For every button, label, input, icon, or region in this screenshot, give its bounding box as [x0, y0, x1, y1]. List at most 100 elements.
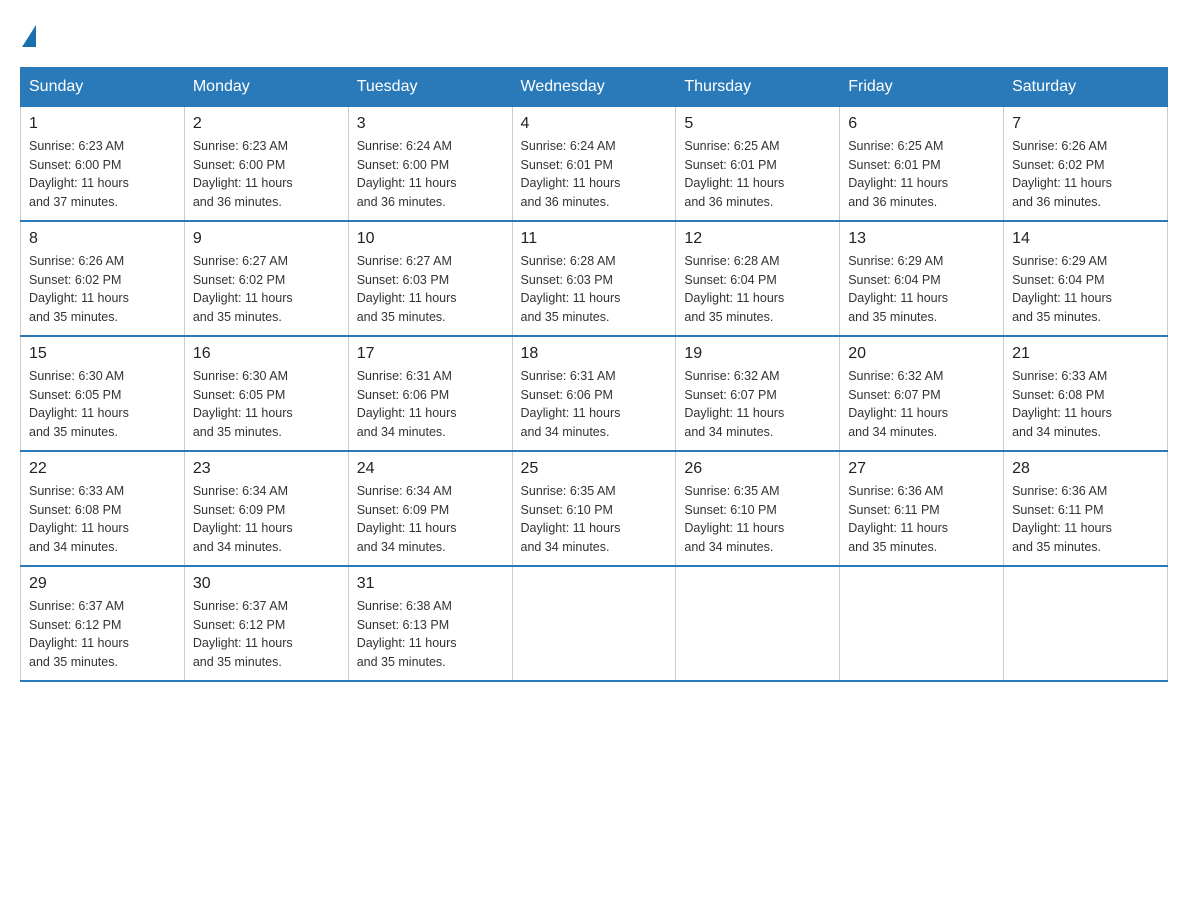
- day-info: Sunrise: 6:34 AMSunset: 6:09 PMDaylight:…: [357, 482, 504, 557]
- day-info: Sunrise: 6:28 AMSunset: 6:04 PMDaylight:…: [684, 252, 831, 327]
- day-cell: 9Sunrise: 6:27 AMSunset: 6:02 PMDaylight…: [184, 221, 348, 336]
- col-monday: Monday: [184, 67, 348, 106]
- day-info: Sunrise: 6:37 AMSunset: 6:12 PMDaylight:…: [29, 597, 176, 672]
- logo: [20, 20, 36, 47]
- day-cell: 7 Sunrise: 6:26 AMSunset: 6:02 PMDaylight…: [1004, 106, 1168, 221]
- day-cell: 6 Sunrise: 6:25 AMSunset: 6:01 PMDaylight…: [840, 106, 1004, 221]
- day-info: Sunrise: 6:29 AMSunset: 6:04 PMDaylight:…: [848, 252, 995, 327]
- day-info: Sunrise: 6:25 AMSunset: 6:01 PMDaylight:…: [684, 137, 831, 212]
- day-info: Sunrise: 6:33 AMSunset: 6:08 PMDaylight:…: [29, 482, 176, 557]
- col-thursday: Thursday: [676, 67, 840, 106]
- calendar-header: Sunday Monday Tuesday Wednesday Thursday…: [21, 67, 1168, 106]
- day-cell: 20 Sunrise: 6:32 AMSunset: 6:07 PMDayligh…: [840, 336, 1004, 451]
- day-info: Sunrise: 6:36 AMSunset: 6:11 PMDaylight:…: [848, 482, 995, 557]
- day-number: 8: [29, 230, 176, 248]
- day-number: 11: [521, 230, 668, 248]
- day-number: 30: [193, 575, 340, 593]
- week-row-1: 1 Sunrise: 6:23 AMSunset: 6:00 PMDaylight…: [21, 106, 1168, 221]
- day-info: Sunrise: 6:24 AMSunset: 6:01 PMDaylight:…: [521, 137, 668, 212]
- day-info: Sunrise: 6:31 AMSunset: 6:06 PMDaylight:…: [357, 367, 504, 442]
- week-row-3: 15 Sunrise: 6:30 AMSunset: 6:05 PMDayligh…: [21, 336, 1168, 451]
- day-info: Sunrise: 6:35 AMSunset: 6:10 PMDaylight:…: [521, 482, 668, 557]
- day-cell: 10Sunrise: 6:27 AMSunset: 6:03 PMDayligh…: [348, 221, 512, 336]
- day-number: 6: [848, 115, 995, 133]
- day-cell: 17 Sunrise: 6:31 AMSunset: 6:06 PMDayligh…: [348, 336, 512, 451]
- day-info: Sunrise: 6:38 AMSunset: 6:13 PMDaylight:…: [357, 597, 504, 672]
- day-cell: 16Sunrise: 6:30 AMSunset: 6:05 PMDayligh…: [184, 336, 348, 451]
- day-number: 23: [193, 460, 340, 478]
- day-info: Sunrise: 6:30 AMSunset: 6:05 PMDaylight:…: [193, 367, 340, 442]
- day-number: 24: [357, 460, 504, 478]
- day-number: 7: [1012, 115, 1159, 133]
- day-cell: [676, 566, 840, 681]
- day-number: 28: [1012, 460, 1159, 478]
- day-number: 13: [848, 230, 995, 248]
- day-cell: 30 Sunrise: 6:37 AMSunset: 6:12 PMDayligh…: [184, 566, 348, 681]
- day-cell: 27 Sunrise: 6:36 AMSunset: 6:11 PMDayligh…: [840, 451, 1004, 566]
- day-cell: 12 Sunrise: 6:28 AMSunset: 6:04 PMDayligh…: [676, 221, 840, 336]
- day-info: Sunrise: 6:30 AMSunset: 6:05 PMDaylight:…: [29, 367, 176, 442]
- day-number: 12: [684, 230, 831, 248]
- header-row: Sunday Monday Tuesday Wednesday Thursday…: [21, 67, 1168, 106]
- day-cell: 29 Sunrise: 6:37 AMSunset: 6:12 PMDayligh…: [21, 566, 185, 681]
- day-info: Sunrise: 6:23 AMSunset: 6:00 PMDaylight:…: [193, 137, 340, 212]
- day-cell: 4 Sunrise: 6:24 AMSunset: 6:01 PMDaylight…: [512, 106, 676, 221]
- day-info: Sunrise: 6:28 AMSunset: 6:03 PMDaylight:…: [521, 252, 668, 327]
- calendar-body: 1 Sunrise: 6:23 AMSunset: 6:00 PMDaylight…: [21, 106, 1168, 681]
- week-row-2: 8 Sunrise: 6:26 AMSunset: 6:02 PMDaylight…: [21, 221, 1168, 336]
- day-info: Sunrise: 6:32 AMSunset: 6:07 PMDaylight:…: [848, 367, 995, 442]
- day-info: Sunrise: 6:37 AMSunset: 6:12 PMDaylight:…: [193, 597, 340, 672]
- day-cell: 3Sunrise: 6:24 AMSunset: 6:00 PMDaylight…: [348, 106, 512, 221]
- col-tuesday: Tuesday: [348, 67, 512, 106]
- day-number: 1: [29, 115, 176, 133]
- day-number: 31: [357, 575, 504, 593]
- day-info: Sunrise: 6:25 AMSunset: 6:01 PMDaylight:…: [848, 137, 995, 212]
- day-number: 15: [29, 345, 176, 363]
- day-number: 14: [1012, 230, 1159, 248]
- day-cell: [512, 566, 676, 681]
- day-cell: 15 Sunrise: 6:30 AMSunset: 6:05 PMDayligh…: [21, 336, 185, 451]
- day-cell: 14 Sunrise: 6:29 AMSunset: 6:04 PMDayligh…: [1004, 221, 1168, 336]
- day-cell: 11 Sunrise: 6:28 AMSunset: 6:03 PMDayligh…: [512, 221, 676, 336]
- day-cell: 22Sunrise: 6:33 AMSunset: 6:08 PMDayligh…: [21, 451, 185, 566]
- col-wednesday: Wednesday: [512, 67, 676, 106]
- day-info: Sunrise: 6:27 AMSunset: 6:02 PMDaylight:…: [193, 252, 340, 327]
- day-info: Sunrise: 6:29 AMSunset: 6:04 PMDaylight:…: [1012, 252, 1159, 327]
- day-number: 3: [357, 115, 504, 133]
- day-info: Sunrise: 6:31 AMSunset: 6:06 PMDaylight:…: [521, 367, 668, 442]
- day-info: Sunrise: 6:26 AMSunset: 6:02 PMDaylight:…: [1012, 137, 1159, 212]
- day-info: Sunrise: 6:32 AMSunset: 6:07 PMDaylight:…: [684, 367, 831, 442]
- day-cell: [840, 566, 1004, 681]
- day-cell: 1 Sunrise: 6:23 AMSunset: 6:00 PMDaylight…: [21, 106, 185, 221]
- day-cell: 24 Sunrise: 6:34 AMSunset: 6:09 PMDayligh…: [348, 451, 512, 566]
- day-number: 25: [521, 460, 668, 478]
- day-info: Sunrise: 6:35 AMSunset: 6:10 PMDaylight:…: [684, 482, 831, 557]
- day-cell: 31 Sunrise: 6:38 AMSunset: 6:13 PMDayligh…: [348, 566, 512, 681]
- week-row-5: 29 Sunrise: 6:37 AMSunset: 6:12 PMDayligh…: [21, 566, 1168, 681]
- day-number: 26: [684, 460, 831, 478]
- col-sunday: Sunday: [21, 67, 185, 106]
- day-number: 17: [357, 345, 504, 363]
- day-number: 27: [848, 460, 995, 478]
- day-number: 20: [848, 345, 995, 363]
- day-cell: 21Sunrise: 6:33 AMSunset: 6:08 PMDayligh…: [1004, 336, 1168, 451]
- col-friday: Friday: [840, 67, 1004, 106]
- day-number: 18: [521, 345, 668, 363]
- calendar-table: Sunday Monday Tuesday Wednesday Thursday…: [20, 67, 1168, 682]
- day-number: 2: [193, 115, 340, 133]
- week-row-4: 22Sunrise: 6:33 AMSunset: 6:08 PMDayligh…: [21, 451, 1168, 566]
- day-cell: 23 Sunrise: 6:34 AMSunset: 6:09 PMDayligh…: [184, 451, 348, 566]
- col-saturday: Saturday: [1004, 67, 1168, 106]
- day-cell: 2 Sunrise: 6:23 AMSunset: 6:00 PMDaylight…: [184, 106, 348, 221]
- day-number: 4: [521, 115, 668, 133]
- day-info: Sunrise: 6:23 AMSunset: 6:00 PMDaylight:…: [29, 137, 176, 212]
- day-number: 29: [29, 575, 176, 593]
- day-info: Sunrise: 6:34 AMSunset: 6:09 PMDaylight:…: [193, 482, 340, 557]
- day-cell: 19Sunrise: 6:32 AMSunset: 6:07 PMDayligh…: [676, 336, 840, 451]
- day-info: Sunrise: 6:33 AMSunset: 6:08 PMDaylight:…: [1012, 367, 1159, 442]
- day-info: Sunrise: 6:26 AMSunset: 6:02 PMDaylight:…: [29, 252, 176, 327]
- day-number: 5: [684, 115, 831, 133]
- day-cell: 28 Sunrise: 6:36 AMSunset: 6:11 PMDayligh…: [1004, 451, 1168, 566]
- day-info: Sunrise: 6:36 AMSunset: 6:11 PMDaylight:…: [1012, 482, 1159, 557]
- day-number: 10: [357, 230, 504, 248]
